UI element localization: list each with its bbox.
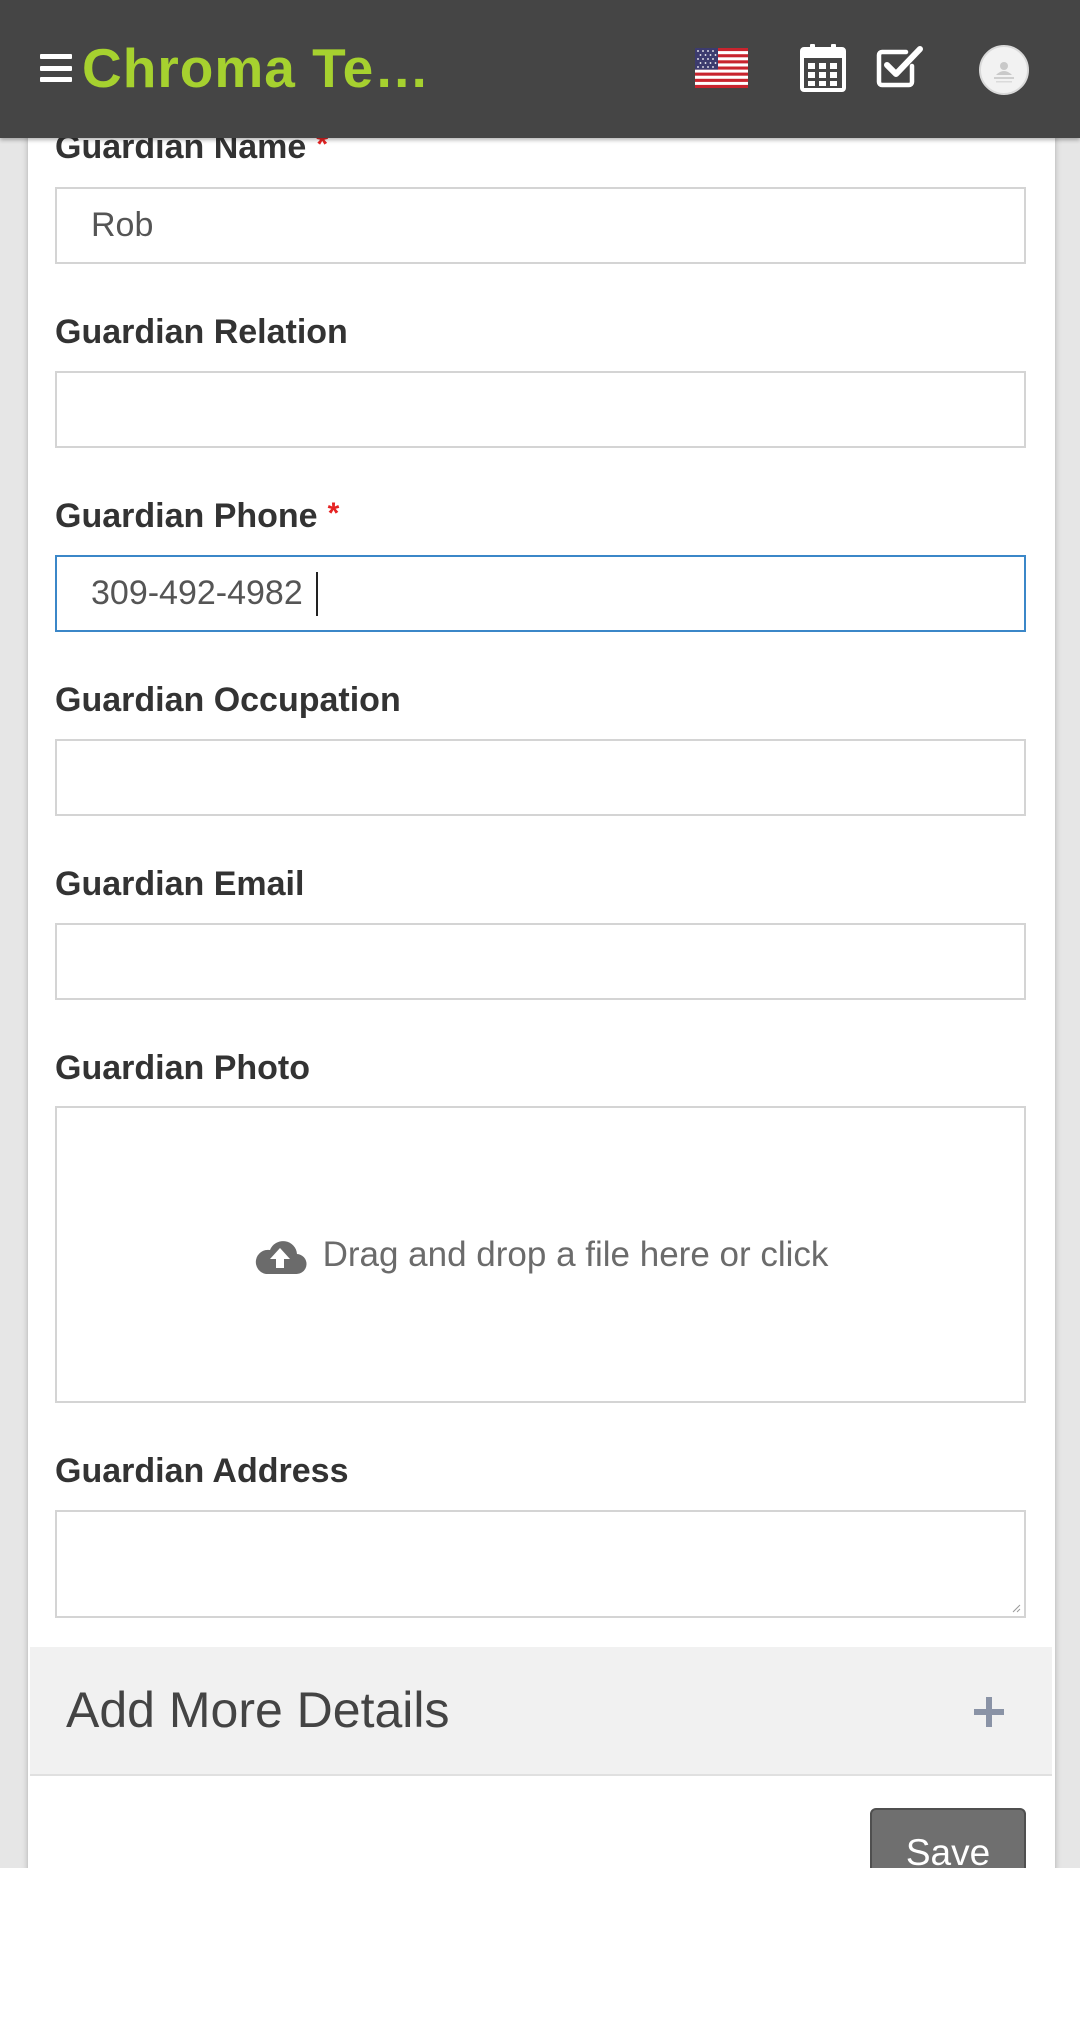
checkbox-icon[interactable]	[876, 44, 924, 88]
top-navbar: Chroma Te…	[0, 0, 1080, 138]
text-caret	[316, 572, 318, 616]
guardian-occupation-label: Guardian Occupation	[55, 681, 401, 719]
calendar-icon[interactable]	[800, 44, 846, 92]
guardian-phone-input[interactable]	[55, 555, 1026, 632]
add-more-details-toggle[interactable]: Add More Details	[30, 1647, 1052, 1776]
required-mark: *	[327, 497, 340, 530]
guardian-address-label: Guardian Address	[55, 1452, 349, 1490]
guardian-phone-label: Guardian Phone *	[55, 497, 340, 535]
save-button[interactable]: Save	[870, 1808, 1026, 1868]
app-viewport: Chroma Te… Guardian Name * Rob Guardian …	[0, 0, 1080, 1868]
guardian-email-input[interactable]	[55, 923, 1026, 1000]
guardian-address-textarea[interactable]	[55, 1510, 1026, 1618]
plus-icon[interactable]	[974, 1697, 1004, 1727]
guardian-photo-label: Guardian Photo	[55, 1049, 310, 1087]
guardian-name-input[interactable]	[55, 187, 1026, 264]
cloud-upload-icon	[255, 1240, 307, 1274]
guardian-email-label: Guardian Email	[55, 865, 305, 903]
guardian-occupation-input[interactable]	[55, 739, 1026, 816]
avatar[interactable]	[979, 45, 1029, 95]
guardian-photo-dropzone[interactable]: Drag and drop a file here or click	[55, 1106, 1026, 1403]
resize-grip-icon[interactable]	[1011, 1603, 1021, 1613]
blank-area	[0, 1868, 1080, 2022]
us-flag-icon[interactable]	[695, 48, 748, 88]
guardian-relation-input[interactable]	[55, 371, 1026, 448]
menu-icon[interactable]	[40, 54, 72, 82]
no-image-placeholder-icon	[994, 62, 1014, 83]
dropzone-text: Drag and drop a file here or click	[322, 1234, 829, 1274]
brand-title[interactable]: Chroma Te…	[82, 36, 430, 100]
guardian-relation-label: Guardian Relation	[55, 313, 348, 351]
add-more-details-title: Add More Details	[66, 1682, 450, 1738]
